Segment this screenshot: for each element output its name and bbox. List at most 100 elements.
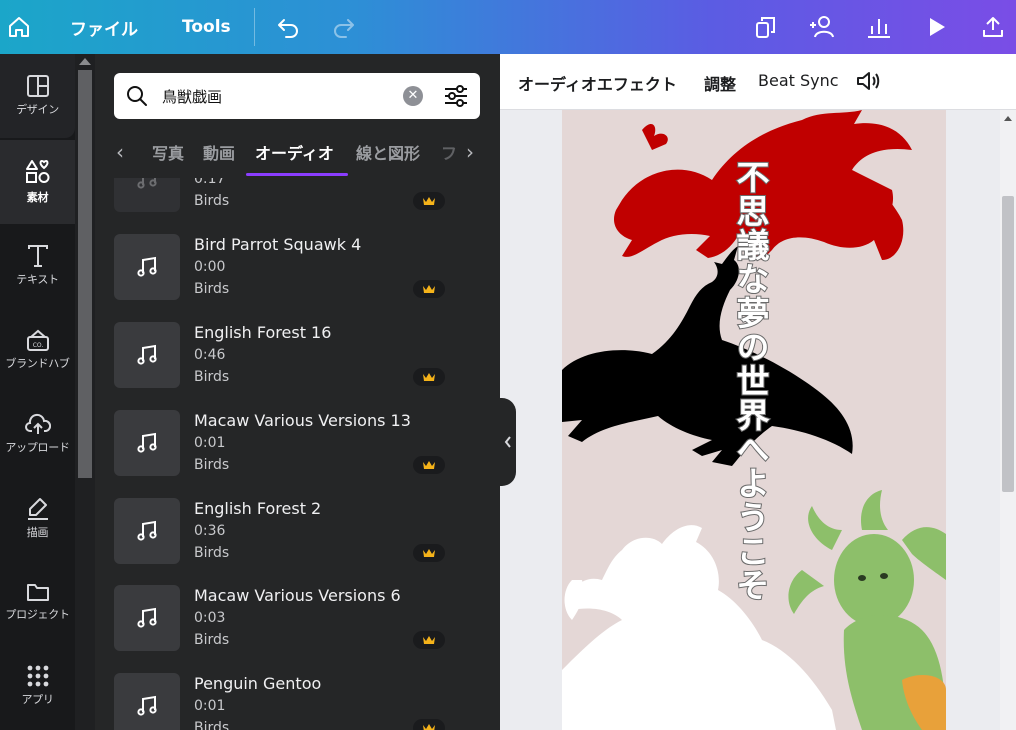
layout-icon <box>26 75 49 97</box>
tools-menu[interactable]: Tools <box>182 0 231 54</box>
black-dragon-illustration <box>562 246 853 466</box>
audio-duration: 0:00 <box>194 259 226 275</box>
list-item[interactable]: English Forest 2 0:36 Birds <box>95 498 480 586</box>
music-note-icon <box>137 256 157 277</box>
search-input[interactable]: 鳥獣戯画 <box>162 86 222 107</box>
audio-category: Birds <box>194 369 230 385</box>
audio-duration: 0:01 <box>194 435 226 451</box>
list-item[interactable]: Macaw Various Versions 6 0:03 Birds <box>95 585 480 673</box>
beat-sync-button[interactable]: Beat Sync <box>758 71 839 90</box>
list-item[interactable]: 0:17 Birds <box>95 178 480 234</box>
pro-crown-icon <box>413 456 445 474</box>
pro-crown-icon <box>413 719 445 730</box>
list-item[interactable]: English Forest 16 0:46 Birds <box>95 322 480 410</box>
rail-label: 描画 <box>26 526 49 539</box>
app-root: ファイル Tools デザイン 素材 テキスト CO. ブランドハブ アップロー… <box>0 0 1016 730</box>
scroll-up-arrow[interactable] <box>79 58 91 65</box>
text-icon <box>27 245 48 267</box>
rail-item-upload[interactable]: アップロード <box>0 392 75 476</box>
rail-item-projects[interactable]: プロジェクト <box>0 560 75 644</box>
chevron-left-icon <box>504 436 511 448</box>
rail-label: ブランドハブ <box>5 357 70 370</box>
canvas-scrollbar[interactable] <box>1000 110 1016 730</box>
tab-audio[interactable]: オーディオ <box>255 140 334 164</box>
tabs-scroll-right-icon[interactable]: › <box>466 140 474 164</box>
music-note-icon <box>137 520 157 541</box>
pro-crown-icon <box>413 631 445 649</box>
canvas-vertical-heading[interactable]: 不思議な夢の世界へようこそ <box>724 159 774 700</box>
home-icon[interactable] <box>4 0 34 54</box>
tab-shapes[interactable]: 線と図形 <box>356 140 420 164</box>
panel-scroll-thumb[interactable] <box>78 70 92 478</box>
audio-list: 0:17 Birds Bird Parrot Squawk 4 0:00 Bir… <box>95 178 480 730</box>
search-icon <box>127 86 147 106</box>
audio-title: Penguin Gentoo <box>194 674 322 693</box>
tab-more[interactable]: フ <box>441 140 457 164</box>
adjust-button[interactable]: 調整 <box>704 71 736 95</box>
rail-label: プロジェクト <box>5 608 70 621</box>
rail-item-draw[interactable]: 描画 <box>0 476 75 560</box>
rail-item-elements[interactable]: 素材 <box>0 140 75 224</box>
file-menu[interactable]: ファイル <box>70 0 138 54</box>
audio-title: Bird Parrot Squawk 4 <box>194 235 362 254</box>
audio-category: Birds <box>194 281 230 297</box>
audio-thumbnail <box>114 673 180 730</box>
audio-thumbnail <box>114 178 180 212</box>
pro-crown-icon <box>413 544 445 562</box>
pro-crown-icon <box>413 192 445 210</box>
audio-category: Birds <box>194 193 230 209</box>
audio-thumbnail <box>114 234 180 300</box>
play-icon[interactable] <box>926 0 948 54</box>
audio-title: Macaw Various Versions 6 <box>194 586 401 605</box>
white-griffin-illustration <box>562 525 836 730</box>
filter-icon[interactable] <box>444 85 468 107</box>
brand-icon: CO. <box>26 329 49 351</box>
audio-effects-button[interactable]: オーディオエフェクト <box>518 71 677 95</box>
music-note-icon <box>137 695 157 716</box>
context-toolbar: オーディオエフェクト 調整 Beat Sync <box>500 54 1016 110</box>
tab-photos[interactable]: 写真 <box>152 140 184 164</box>
clear-icon[interactable]: ✕ <box>403 86 423 106</box>
search-box[interactable]: 鳥獣戯画 ✕ <box>114 73 480 119</box>
active-tab-indicator <box>246 173 348 176</box>
share-people-icon[interactable] <box>806 0 838 54</box>
upload-icon[interactable] <box>980 0 1006 54</box>
rail-item-text[interactable]: テキスト <box>0 224 75 308</box>
rail-item-design[interactable]: デザイン <box>0 54 75 138</box>
analytics-icon[interactable] <box>866 0 892 54</box>
audio-thumbnail <box>114 322 180 388</box>
rail-item-brand-hub[interactable]: CO. ブランドハブ <box>0 308 75 392</box>
panel-scrollbar[interactable] <box>75 54 95 730</box>
audio-duration: 0:36 <box>194 523 226 539</box>
top-bar: ファイル Tools <box>0 0 1016 54</box>
shapes-icon <box>25 159 49 183</box>
rail-label: 素材 <box>26 191 49 204</box>
scroll-up-arrow[interactable] <box>1004 116 1012 121</box>
list-item[interactable]: Penguin Gentoo 0:01 Birds <box>95 673 480 730</box>
rail-label: テキスト <box>16 273 59 286</box>
audio-title: English Forest 16 <box>194 323 332 342</box>
collapse-panel-handle[interactable] <box>500 398 516 486</box>
pro-crown-icon <box>413 368 445 386</box>
resize-icon[interactable] <box>754 0 778 54</box>
svg-text:CO.: CO. <box>32 342 43 349</box>
audio-thumbnail <box>114 498 180 564</box>
audio-duration: 0:17 <box>194 178 226 187</box>
left-rail: デザイン 素材 テキスト CO. ブランドハブ アップロード 描画 プロジェクト <box>0 54 75 730</box>
folder-icon <box>26 584 49 601</box>
music-note-icon <box>137 178 157 189</box>
list-item[interactable]: Bird Parrot Squawk 4 0:00 Birds <box>95 234 480 322</box>
rail-item-apps[interactable]: アプリ <box>0 644 75 728</box>
tab-videos[interactable]: 動画 <box>203 140 235 164</box>
music-note-icon <box>137 607 157 628</box>
redo-icon[interactable] <box>330 0 358 54</box>
canvas-scroll-thumb[interactable] <box>1002 196 1014 492</box>
apps-grid-icon <box>27 665 48 687</box>
audio-category: Birds <box>194 720 230 730</box>
draw-icon <box>27 498 48 520</box>
audio-thumbnail <box>114 410 180 476</box>
volume-icon[interactable] <box>856 70 880 92</box>
list-item[interactable]: Macaw Various Versions 13 0:01 Birds <box>95 410 480 498</box>
audio-duration: 0:46 <box>194 347 226 363</box>
undo-icon[interactable] <box>274 0 302 54</box>
